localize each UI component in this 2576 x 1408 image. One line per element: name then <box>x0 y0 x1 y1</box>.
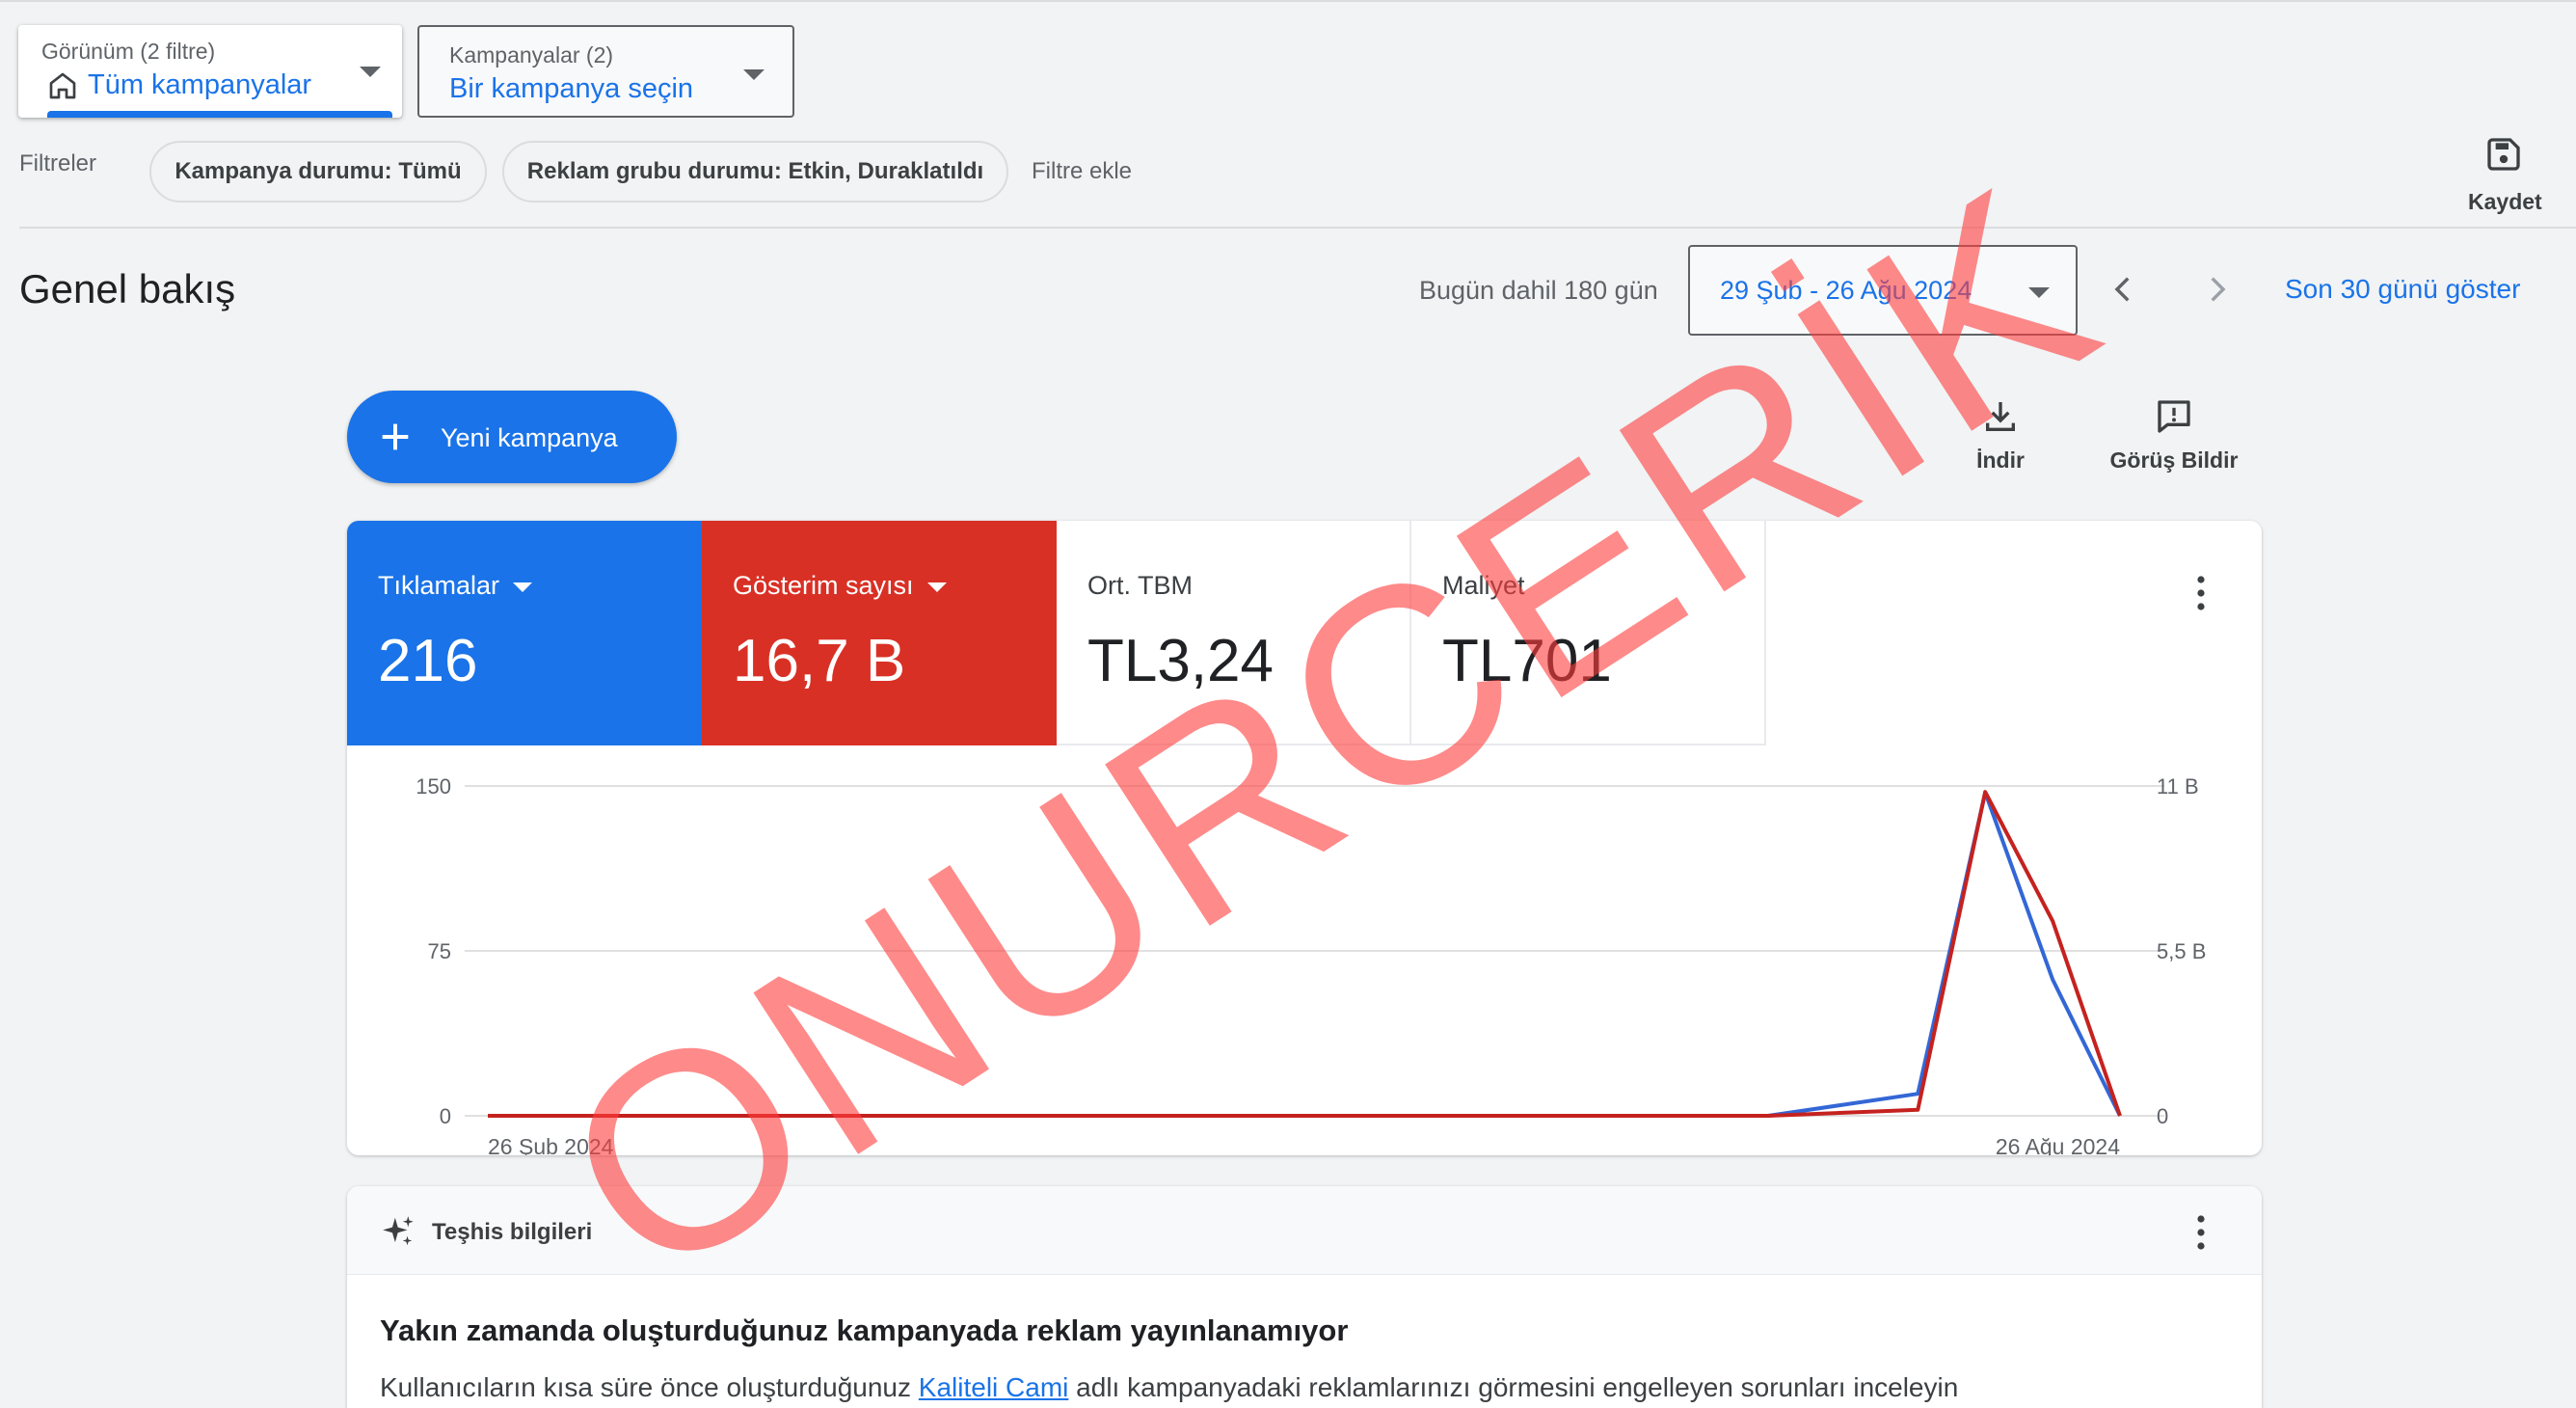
metric-impressions-label-wrap: Gösterim sayısı <box>733 571 947 601</box>
next-period-button[interactable] <box>2200 270 2233 309</box>
feedback-icon <box>2158 400 2190 433</box>
campaign-dropdown-value: Bir kampanya seçin <box>449 73 694 104</box>
add-filter-button[interactable]: Filtre ekle <box>1032 158 1132 185</box>
download-label: İndir <box>1976 447 2025 473</box>
chart-x-tick: 26 Ağu 2024 <box>1996 1134 2120 1155</box>
caret-down-icon <box>926 582 947 592</box>
metric-clicks-value: 216 <box>378 628 478 694</box>
download-button[interactable]: İndir <box>1957 397 2044 474</box>
metric-clicks[interactable]: Tıklamalar 216 <box>347 521 702 745</box>
new-campaign-label: Yeni kampanya <box>441 423 618 452</box>
metric-avg-cpc-label: Ort. TBM <box>1087 571 1194 600</box>
chevron-down-icon <box>2028 287 2050 298</box>
campaign-dropdown-label: Kampanyalar (2) <box>449 42 614 68</box>
campaign-link[interactable]: Kaliteli Cami <box>919 1372 1069 1402</box>
more-vert-icon[interactable] <box>2196 1213 2206 1252</box>
more-vert-icon[interactable] <box>2196 574 2206 612</box>
filter-chip-campaign-status[interactable]: Kampanya durumu: Tümü <box>149 141 487 203</box>
metric-avg-cpc-value: TL3,24 <box>1087 628 1275 694</box>
filters-label: Filtreler <box>19 150 97 176</box>
metric-cost-label: Maliyet <box>1442 571 1525 600</box>
view-dropdown-value: Tüm kampanyalar <box>88 69 312 100</box>
metric-clicks-label-wrap: Tıklamalar <box>378 571 533 601</box>
diagnostics-body-after: adlı kampanyadaki reklamlarınızı görmesi… <box>1068 1372 1959 1402</box>
metric-avg-cpc[interactable]: Ort. TBM TL3,24 <box>1057 521 1411 745</box>
diagnostics-card: Teşhis bilgileri Yakın zamanda oluşturdu… <box>347 1186 2262 1408</box>
performance-card: Tıklamalar 216 Gösterim sayısı 16,7 B Or… <box>347 521 2262 1155</box>
diagnostics-body-before: Kullanıcıların kısa süre önce oluşturduğ… <box>380 1372 919 1402</box>
chart-y-left-tick: 75 <box>428 939 451 963</box>
metric-cost[interactable]: Maliyet TL701 <box>1411 521 1766 745</box>
date-range-value: 29 Şub - 26 Ağu 2024 <box>1720 276 1972 305</box>
chart-x-tick: 26 Şub 2024 <box>488 1134 614 1155</box>
show-last-30-days-link[interactable]: Son 30 günü göster <box>2285 274 2520 305</box>
clicks-series-line <box>488 790 2122 1118</box>
feedback-button[interactable]: Görüş Bildir <box>2097 397 2251 474</box>
save-label[interactable]: Kaydet <box>2468 189 2542 215</box>
chart-y-right-tick: 11 B <box>2157 774 2199 799</box>
download-icon <box>1986 402 2015 431</box>
diagnostics-body: Kullanıcıların kısa süre önce oluşturduğ… <box>380 1372 1958 1403</box>
top-divider <box>0 0 2576 2</box>
diagnostics-title: Teşhis bilgileri <box>432 1219 593 1245</box>
date-range-label: Bugün dahil 180 gün <box>1419 276 1658 305</box>
campaign-dropdown[interactable]: Kampanyalar (2) Bir kampanya seçin <box>417 25 794 118</box>
view-dropdown[interactable]: Görünüm (2 filtre) Tüm kampanyalar <box>18 25 402 118</box>
impressions-series-line <box>488 790 2122 1118</box>
save-icon[interactable] <box>2484 135 2523 174</box>
filters-divider <box>19 227 2576 229</box>
diagnostics-header: Teşhis bilgileri <box>347 1186 2262 1275</box>
metric-cost-value: TL701 <box>1442 628 1612 694</box>
chart-y-left-tick: 150 <box>416 774 451 799</box>
metric-impressions-label: Gösterim sayısı <box>733 571 914 600</box>
metric-clicks-label: Tıklamalar <box>378 571 500 600</box>
metric-impressions-value: 16,7 B <box>733 628 906 694</box>
view-dropdown-label: Görünüm (2 filtre) <box>41 39 216 64</box>
diagnostics-heading: Yakın zamanda oluşturduğunuz kampanyada … <box>380 1313 1349 1347</box>
performance-chart: 0 0 75 5,5 B 150 11 B 26 Şub 2024 26 Ağu 2024 <box>416 774 2206 1155</box>
chart-y-left-tick: 0 <box>440 1104 451 1128</box>
chart-y-right-tick: 5,5 B <box>2157 939 2206 963</box>
chart-y-right-tick: 0 <box>2157 1104 2168 1128</box>
plus-icon <box>382 423 409 450</box>
metric-impressions[interactable]: Gösterim sayısı 16,7 B <box>702 521 1057 745</box>
home-icon <box>49 72 76 99</box>
previous-period-button[interactable] <box>2107 270 2140 309</box>
date-range-picker[interactable]: 29 Şub - 26 Ağu 2024 <box>1688 245 2078 336</box>
feedback-label: Görüş Bildir <box>2109 447 2239 473</box>
filter-chip-adgroup-status[interactable]: Reklam grubu durumu: Etkin, Duraklatıldı <box>502 141 1008 203</box>
chevron-down-icon <box>360 67 381 77</box>
caret-down-icon <box>513 582 533 592</box>
new-campaign-button[interactable]: Yeni kampanya <box>347 391 677 483</box>
sparkle-icon <box>383 1216 414 1246</box>
chevron-down-icon <box>743 69 765 80</box>
view-dropdown-indicator <box>47 111 392 118</box>
page-title: Genel bakış <box>19 266 236 311</box>
